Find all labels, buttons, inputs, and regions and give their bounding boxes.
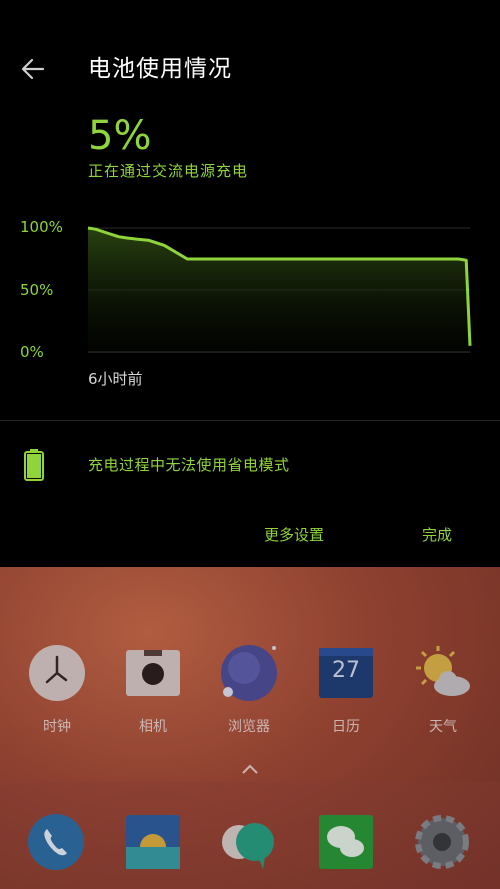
app-label: 时钟 (43, 719, 71, 735)
app-clock[interactable]: 时钟 (17, 644, 97, 736)
camera-icon (126, 650, 180, 696)
app-browser[interactable]: 浏览器 (209, 644, 289, 736)
page-title: 电池使用情况 (88, 56, 232, 82)
battery-chart-plot (87, 226, 472, 353)
wechat-icon[interactable] (317, 813, 375, 871)
battery-usage-panel: 电池使用情况 5% 正在通过交流电源充电 100% 50% 0% 6小时前 充电… (0, 0, 500, 567)
app-label: 浏览器 (228, 719, 270, 735)
app-label: 相机 (139, 719, 167, 735)
battery-saver-row: 充电过程中无法使用省电模式 (0, 440, 500, 490)
app-label: 天气 (429, 719, 457, 735)
app-weather[interactable]: 天气 (403, 644, 483, 736)
messages-icon[interactable] (219, 813, 277, 871)
done-button[interactable]: 完成 (422, 520, 452, 549)
battery-chart: 100% 50% 0% 6小时前 (0, 210, 500, 400)
battery-icon (24, 449, 44, 481)
clock-icon (29, 645, 85, 701)
divider (0, 420, 500, 421)
chevron-up-icon[interactable] (240, 763, 260, 775)
app-calendar[interactable]: 27 日历 (306, 644, 386, 736)
battery-level: 5% (88, 113, 152, 159)
back-button[interactable] (14, 52, 54, 86)
weather-icon (416, 646, 470, 696)
charging-status: 正在通过交流电源充电 (88, 162, 249, 180)
calendar-day: 27 (332, 658, 360, 683)
phone-icon[interactable] (27, 813, 85, 871)
gallery-icon[interactable] (124, 813, 182, 871)
home-screen-background: 时钟 相机 浏览器 27 日历 天气 (0, 567, 500, 889)
app-camera[interactable]: 相机 (113, 644, 193, 736)
settings-icon[interactable] (413, 813, 471, 871)
more-settings-button[interactable]: 更多设置 (264, 520, 324, 549)
battery-area-fill (88, 228, 470, 352)
x-axis-start-label: 6小时前 (88, 370, 143, 388)
browser-icon (221, 645, 277, 701)
back-arrow-icon (21, 58, 45, 80)
app-dock (0, 781, 500, 889)
battery-saver-note: 充电过程中无法使用省电模式 (88, 456, 290, 474)
app-label: 日历 (332, 719, 360, 735)
